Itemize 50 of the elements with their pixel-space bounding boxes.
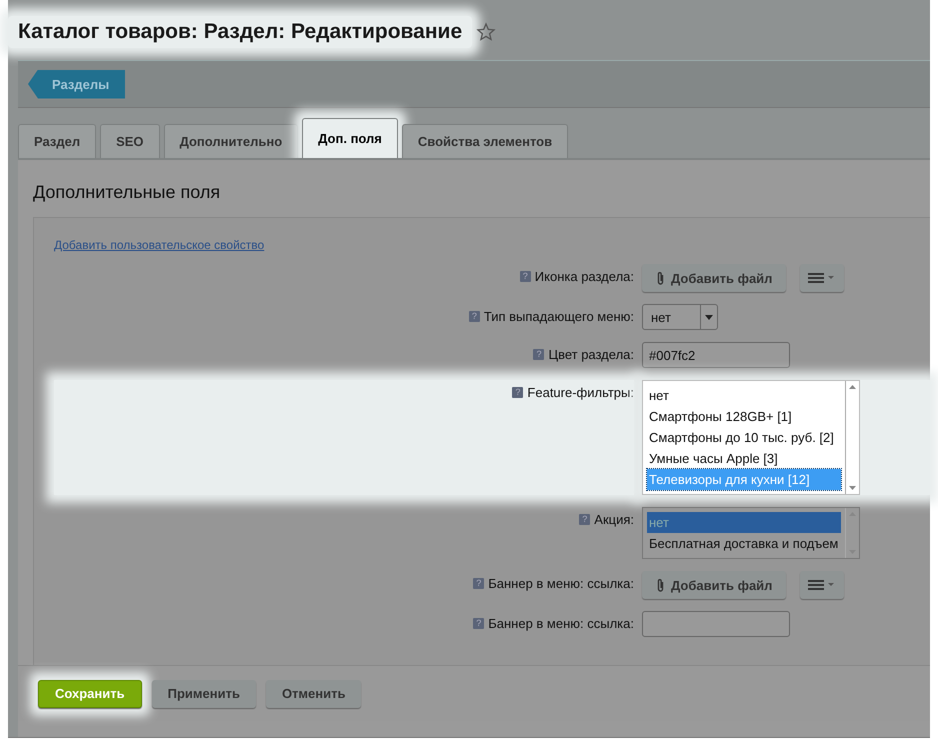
text-field[interactable]: #007fc2 [642, 342, 790, 368]
list-option[interactable]: Смартфоны 128GB+ [1] [647, 406, 841, 427]
field-label: Акция: [594, 512, 634, 527]
scroll-up-icon[interactable] [849, 385, 856, 389]
form-button[interactable]: Отменить [266, 680, 362, 708]
star-icon[interactable] [476, 22, 496, 42]
menu-icon [808, 579, 836, 591]
field-label: Feature-фильтры: [527, 385, 634, 400]
tab[interactable]: Свойства элементов [402, 124, 568, 158]
field-label: Цвет раздела: [548, 347, 634, 362]
list-box[interactable]: нет Смартфоны 128GB+ [1] Смартфоны до 10 тыс. руб. [2] Умные часы Apple [3] Телевизоры для кухни [12] [642, 380, 860, 495]
add-file-button[interactable]: Добавить файл [642, 571, 786, 599]
form-button[interactable]: Применить [152, 680, 256, 708]
help-icon[interactable]: ? [533, 349, 544, 360]
field-label: Иконка раздела: [534, 269, 634, 284]
back-button[interactable]: Разделы [28, 70, 126, 98]
tab[interactable]: Доп. поля [302, 118, 398, 158]
list-option[interactable]: Телевизоры для кухни [12] [647, 469, 841, 490]
menu-button[interactable] [800, 571, 844, 599]
page-title: Каталог товаров: Раздел: Редактирование [8, 16, 472, 48]
list-option[interactable]: нет [647, 385, 841, 406]
list-option[interactable]: Смартфоны до 10 тыс. руб. [2] [647, 427, 841, 448]
field-label: Тип выпадающего меню: [484, 309, 634, 324]
caret-icon [705, 314, 713, 320]
help-icon[interactable]: ? [512, 387, 524, 398]
add-property-link[interactable]: Добавить пользовательское свойство [54, 238, 264, 252]
help-icon[interactable]: ? [579, 514, 590, 525]
tab[interactable]: SEO [100, 124, 160, 158]
dropdown-field[interactable]: нет [642, 304, 718, 330]
add-file-button[interactable]: Добавить файл [642, 264, 786, 292]
help-icon[interactable]: ? [473, 578, 484, 589]
list-option[interactable]: Бесплатная доставка и подъем [647, 533, 841, 554]
section-title: Дополнительные поля [32, 181, 222, 204]
tab[interactable]: Раздел [18, 124, 96, 158]
help-icon[interactable]: ? [520, 271, 531, 282]
menu-icon [808, 272, 836, 284]
tab[interactable]: Дополнительно [164, 124, 298, 158]
paperclip-icon [656, 270, 665, 286]
paperclip-icon [656, 578, 665, 592]
list-option[interactable]: нет [647, 512, 841, 533]
list-option[interactable]: Умные часы Apple [3] [647, 448, 841, 469]
list-box[interactable]: нет Бесплатная доставка и подъем [642, 507, 860, 559]
field-label: Баннер в меню: ссылка: [488, 576, 634, 591]
form-button[interactable]: Сохранить [38, 680, 142, 708]
help-icon[interactable]: ? [473, 618, 484, 629]
field-label: Баннер в меню: ссылка: [488, 616, 634, 631]
help-icon[interactable]: ? [468, 311, 480, 322]
scroll-down-icon[interactable] [849, 486, 856, 490]
text-field[interactable] [642, 611, 790, 637]
menu-button[interactable] [800, 264, 844, 292]
